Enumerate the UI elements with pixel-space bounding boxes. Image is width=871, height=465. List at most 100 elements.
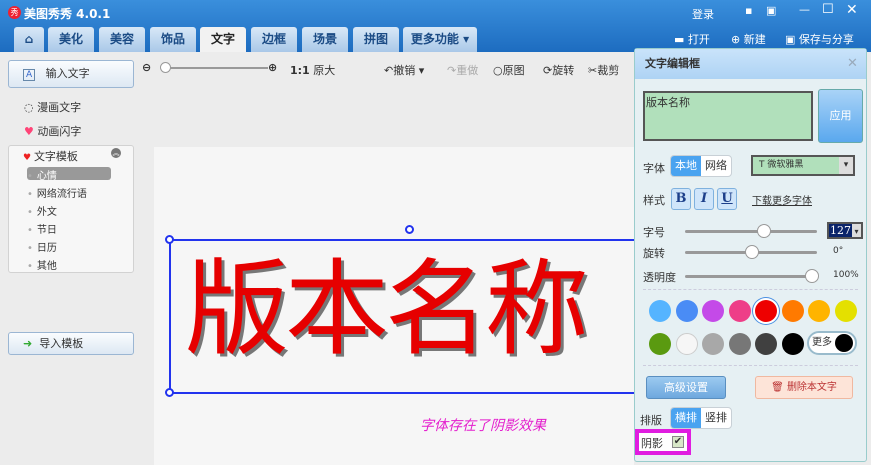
shadow-option-highlight: 阴影 ✔ bbox=[635, 429, 691, 455]
opacity-slider[interactable] bbox=[685, 269, 819, 283]
rotate-icon: ⟳ bbox=[543, 64, 553, 77]
apply-button[interactable]: 应用 bbox=[818, 89, 863, 143]
font-source-toggle: 本地 网络 bbox=[670, 155, 732, 177]
size-slider[interactable] bbox=[685, 224, 817, 238]
plus-circle-icon: ⊕ bbox=[731, 33, 744, 46]
color-swatch[interactable] bbox=[675, 333, 698, 355]
horizontal-option[interactable]: 横排 bbox=[671, 408, 701, 428]
redo-button[interactable]: ↷重做 bbox=[447, 62, 478, 78]
original-image-button[interactable]: ○原图 bbox=[493, 62, 525, 78]
canvas-text[interactable]: 版本名称 bbox=[185, 249, 589, 369]
size-select[interactable]: 127 ▾ bbox=[827, 222, 863, 239]
template-item-foreign[interactable]: 外文 bbox=[27, 203, 57, 218]
input-text-button[interactable]: A 输入文字 bbox=[8, 60, 134, 88]
shadow-checkbox[interactable]: ✔ bbox=[672, 436, 684, 448]
undo-button[interactable]: ↶撤销 ▾ bbox=[384, 62, 424, 78]
color-swatch[interactable] bbox=[781, 333, 804, 355]
opacity-slider-handle[interactable] bbox=[805, 269, 819, 283]
color-swatch[interactable] bbox=[728, 333, 751, 355]
zoom-slider-handle[interactable] bbox=[160, 62, 171, 73]
skin-icon[interactable]: ▣ bbox=[766, 4, 776, 17]
color-swatch[interactable] bbox=[649, 333, 671, 355]
close-button[interactable]: ✕ bbox=[846, 2, 858, 18]
delete-text-button[interactable]: 🗑 删除本文字 bbox=[755, 376, 853, 399]
download-fonts-link[interactable]: 下载更多字体 bbox=[752, 192, 812, 207]
color-swatch[interactable] bbox=[755, 300, 777, 322]
anim-text-item[interactable]: ♥ 动画闪字 bbox=[24, 123, 81, 139]
home-tab[interactable]: ⌂ bbox=[14, 27, 44, 52]
tab-face[interactable]: 美容 bbox=[99, 27, 145, 52]
more-colors-button[interactable]: 更多 bbox=[807, 331, 857, 355]
color-swatch[interactable] bbox=[649, 300, 671, 322]
underline-button[interactable]: U bbox=[717, 188, 737, 210]
layout-toggle: 横排 竖排 bbox=[670, 407, 732, 429]
resize-handle[interactable] bbox=[165, 388, 174, 397]
color-swatch[interactable] bbox=[675, 300, 698, 322]
color-swatch[interactable] bbox=[755, 333, 777, 355]
font-web-option[interactable]: 网络 bbox=[701, 156, 731, 176]
app-logo-icon: 秀 bbox=[8, 6, 21, 19]
tab-text[interactable]: 文字 bbox=[200, 27, 246, 52]
tab-beautify[interactable]: 美化 bbox=[48, 27, 94, 52]
vertical-option[interactable]: 竖排 bbox=[701, 408, 731, 428]
rotate-slider-handle[interactable] bbox=[745, 245, 759, 259]
open-button[interactable]: ▬ 打开 bbox=[674, 31, 710, 47]
size-slider-handle[interactable] bbox=[757, 224, 771, 238]
template-item-other[interactable]: 其他 bbox=[27, 257, 57, 272]
resize-handle[interactable] bbox=[165, 235, 174, 244]
original-label: 原图 bbox=[502, 64, 525, 77]
color-swatch[interactable] bbox=[728, 300, 751, 322]
color-swatch[interactable] bbox=[834, 300, 857, 322]
template-header[interactable]: ♥ 文字模板 bbox=[23, 148, 78, 164]
color-swatch[interactable] bbox=[808, 300, 830, 322]
zoom-out-icon[interactable]: ⊖ bbox=[142, 61, 151, 74]
rotate-value: 0° bbox=[833, 246, 844, 256]
comic-text-label: 漫画文字 bbox=[37, 101, 82, 114]
tab-collage[interactable]: 拼图 bbox=[353, 27, 399, 52]
maximize-button[interactable]: ☐ bbox=[822, 2, 834, 17]
tab-more[interactable]: 更多功能 ▾ bbox=[403, 27, 477, 52]
font-select[interactable]: T 微软雅黑 ▾ bbox=[751, 155, 855, 176]
redo-label: 重做 bbox=[456, 64, 479, 77]
close-panel-icon[interactable]: ✕ bbox=[847, 56, 858, 71]
anim-text-label: 动画闪字 bbox=[37, 125, 82, 138]
rotate-handle[interactable] bbox=[405, 225, 414, 234]
color-swatch[interactable] bbox=[702, 300, 724, 322]
opacity-value: 100% bbox=[833, 270, 859, 280]
zoom-in-icon[interactable]: ⊕ bbox=[268, 61, 277, 74]
template-item-holiday[interactable]: 节日 bbox=[27, 221, 57, 236]
collapse-icon[interactable]: ︽ bbox=[111, 148, 121, 158]
template-item-internet-slang[interactable]: 网络流行语 bbox=[27, 185, 87, 200]
rotate-button[interactable]: ⟳旋转 bbox=[543, 62, 574, 78]
current-color-swatch bbox=[835, 334, 853, 352]
feedback-icon[interactable]: ▪ bbox=[745, 4, 752, 17]
chevron-down-icon: ▾ bbox=[852, 227, 859, 236]
template-item-mood[interactable]: 心情 bbox=[27, 167, 57, 182]
original-size-button[interactable]: 1:1 原大 bbox=[290, 62, 335, 78]
tab-scene[interactable]: 场景 bbox=[302, 27, 348, 52]
divider bbox=[643, 365, 858, 366]
rotate-slider[interactable] bbox=[685, 245, 817, 259]
text-selection-box[interactable]: 版本名称 bbox=[165, 225, 639, 397]
crop-button[interactable]: ✂裁剪 bbox=[588, 62, 619, 78]
zoom-slider[interactable] bbox=[160, 62, 268, 73]
tab-accessories[interactable]: 饰品 bbox=[150, 27, 196, 52]
advanced-settings-button[interactable]: 高级设置 bbox=[646, 376, 726, 399]
divider bbox=[643, 289, 858, 290]
minimize-button[interactable]: — bbox=[799, 3, 810, 16]
size-value: 127 bbox=[829, 224, 852, 237]
bold-button[interactable]: B bbox=[671, 188, 691, 210]
color-swatch[interactable] bbox=[781, 300, 804, 322]
comic-text-item[interactable]: ◌ 漫画文字 bbox=[24, 99, 81, 115]
text-input[interactable]: 版本名称 bbox=[643, 91, 813, 141]
color-swatch[interactable] bbox=[702, 333, 724, 355]
tab-frame[interactable]: 边框 bbox=[251, 27, 297, 52]
login-link[interactable]: 登录 bbox=[692, 6, 714, 22]
italic-button[interactable]: I bbox=[694, 188, 714, 210]
template-item-calendar[interactable]: 日历 bbox=[27, 239, 57, 254]
new-button[interactable]: ⊕ 新建 bbox=[731, 31, 766, 47]
text-template-section: ♥ 文字模板 ︽ 心情 网络流行语 外文 节日 日历 其他 bbox=[8, 145, 134, 273]
import-template-button[interactable]: ➜ 导入模板 bbox=[8, 332, 134, 355]
save-share-button[interactable]: ▣ 保存与分享 bbox=[785, 31, 854, 47]
font-local-option[interactable]: 本地 bbox=[671, 156, 701, 176]
